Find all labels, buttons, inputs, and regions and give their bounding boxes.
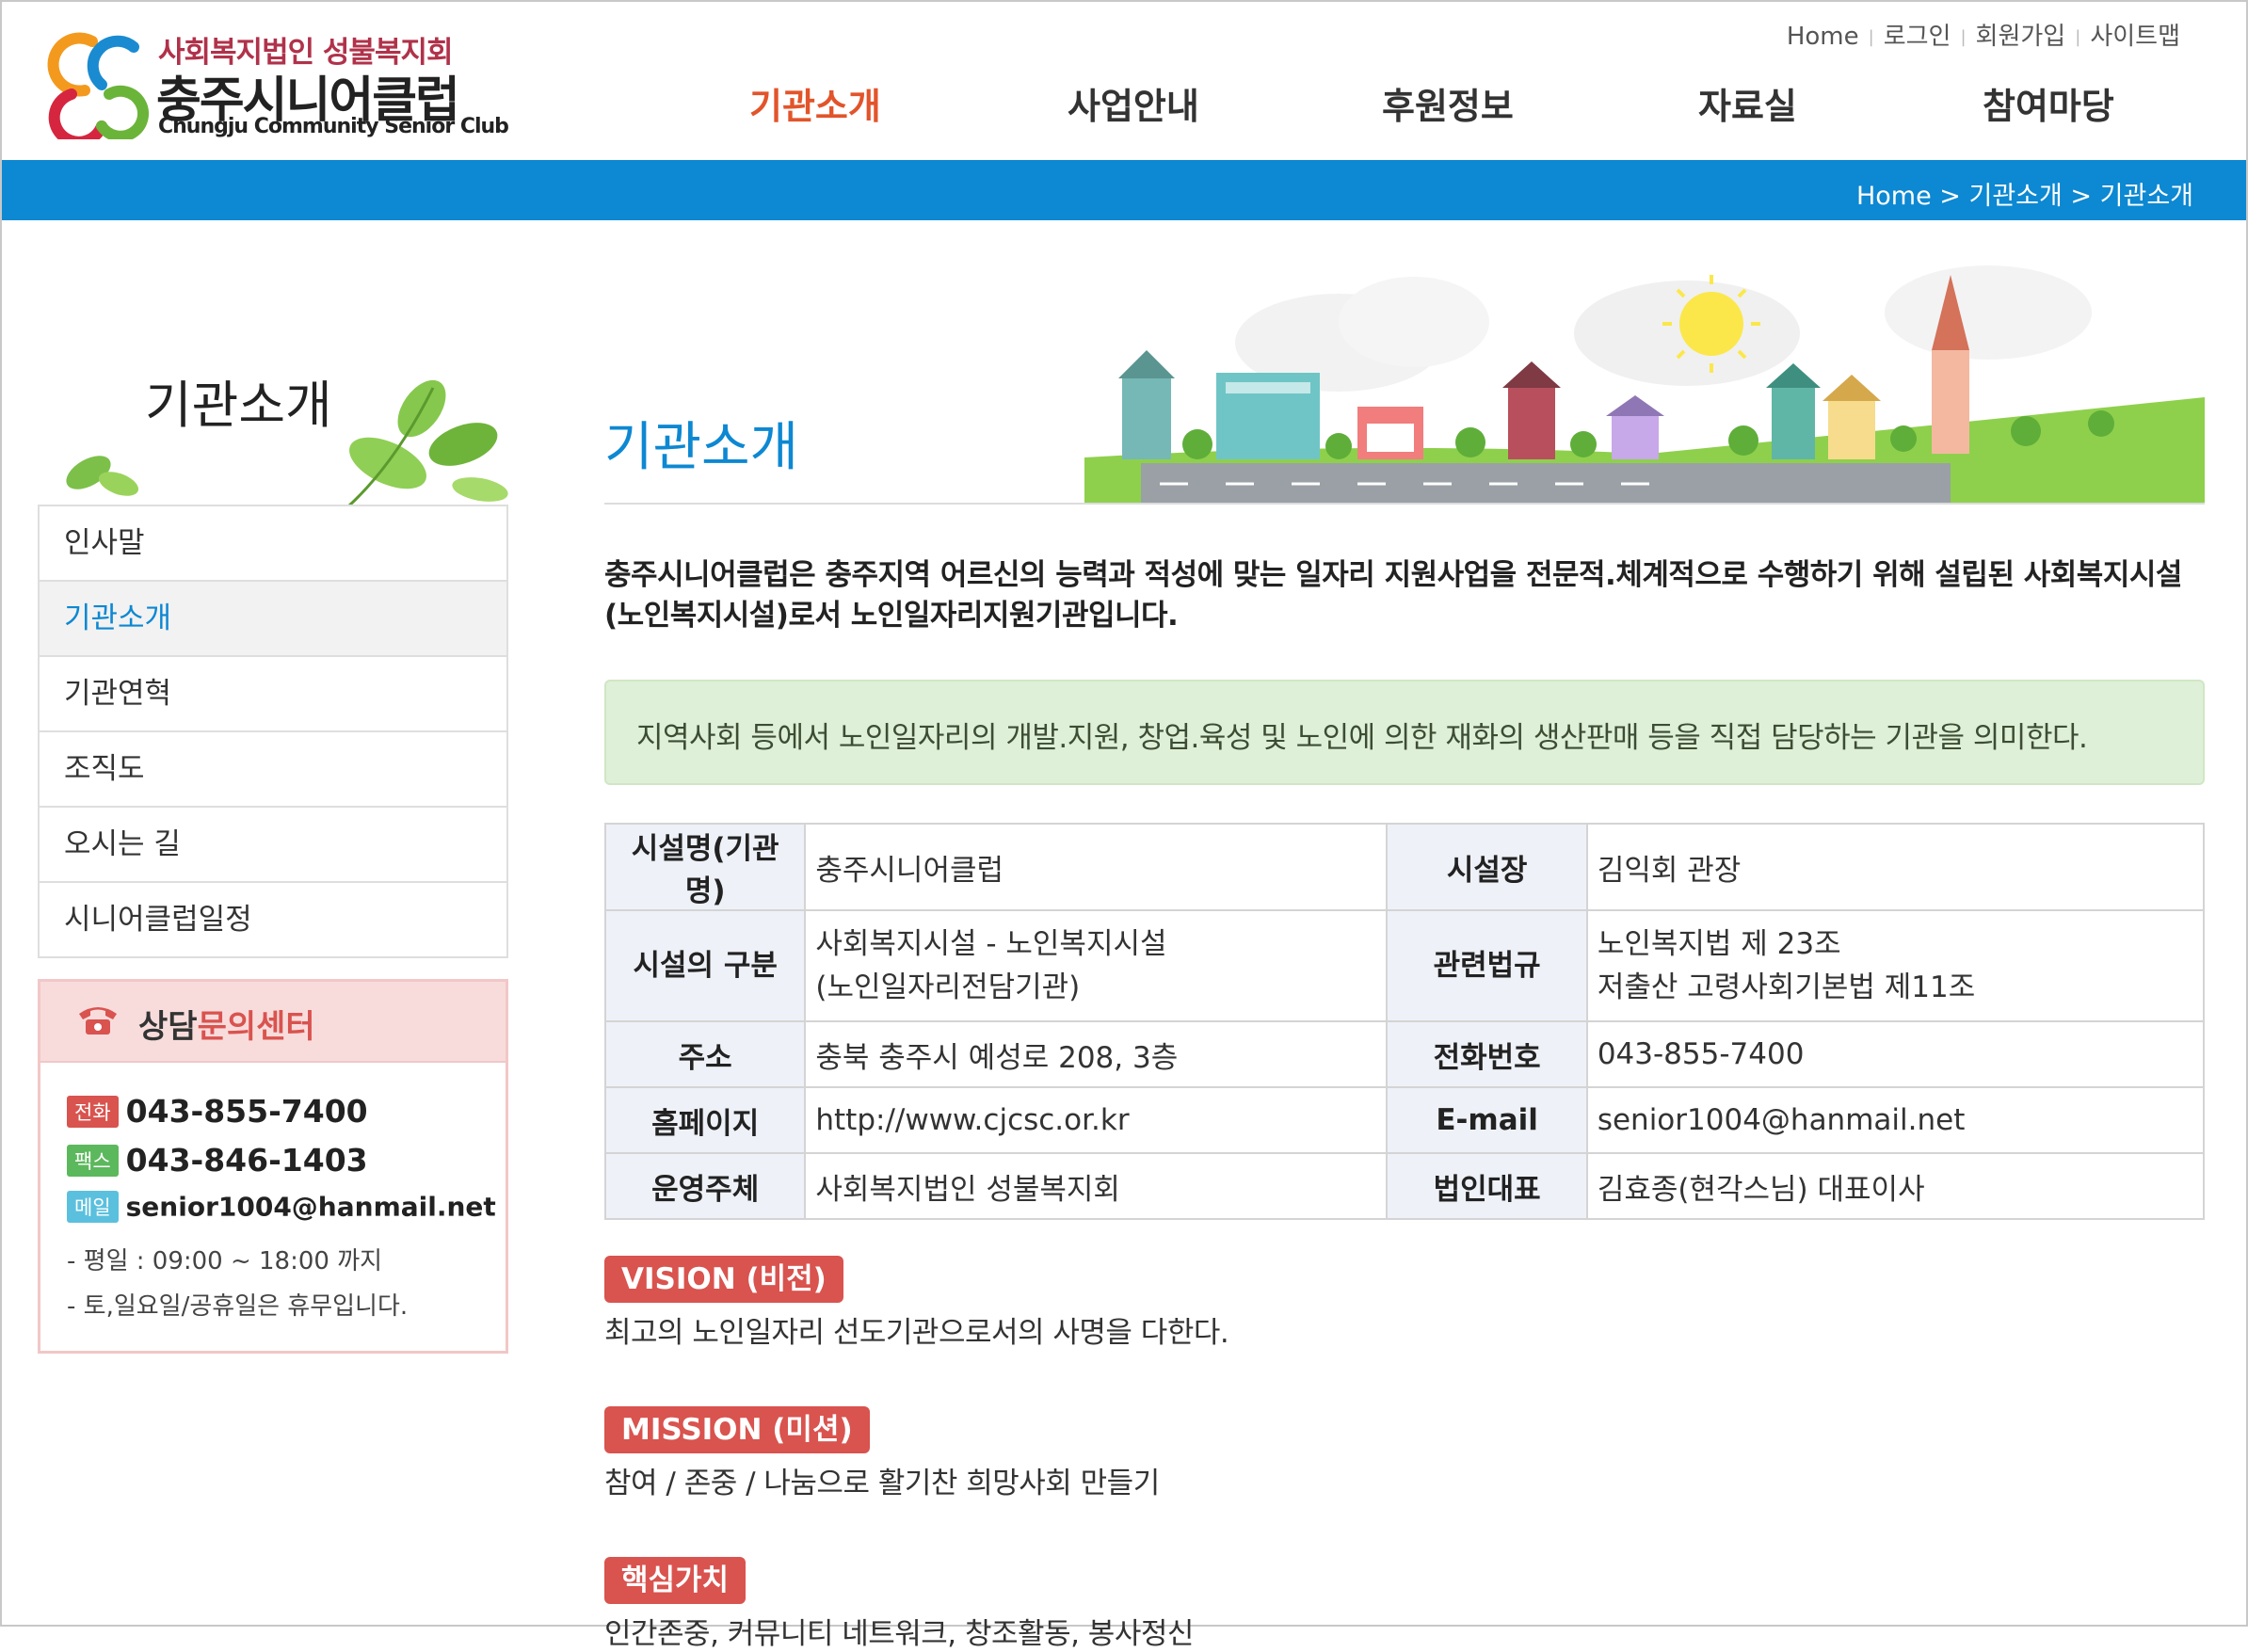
main-nav: 기관소개 사업안내 후원정보 자료실 참여마당 xyxy=(698,77,2167,134)
email-link[interactable]: senior1004@hanmail.net xyxy=(1585,1086,2206,1154)
util-login-link[interactable]: 로그인 xyxy=(1884,23,1951,51)
consult-phone[interactable]: 043-855-7400 xyxy=(126,1093,368,1130)
table-header: 시설의 구분 xyxy=(603,909,807,1022)
law-line-2: 저출산 고령사회기본법 제11조 xyxy=(1597,970,1976,1004)
vision-tag: VISION (비전) xyxy=(604,1256,843,1303)
table-header: 시설장 xyxy=(1386,823,1588,911)
table-header: E-mail xyxy=(1386,1086,1588,1154)
sidebar-item-history[interactable]: 기관연혁 xyxy=(40,657,506,732)
nav-about[interactable]: 기관소개 xyxy=(749,77,881,129)
phone-icon xyxy=(79,1007,117,1035)
sidebar-menu: 인사말 기관소개 기관연혁 조직도 오시는 길 시니어클럽일정 xyxy=(38,505,508,958)
breadcrumb[interactable]: Home > 기관소개 > 기관소개 xyxy=(1856,175,2193,212)
divider: | xyxy=(1960,27,1967,47)
consult-center: 상담문의센터 전화 043-855-7400 팩스 043-846-1403 메일 s… xyxy=(38,979,508,1354)
util-join-link[interactable]: 회원가입 xyxy=(1976,23,2066,51)
table-cell: 충북 충주시 예성로 208, 3층 xyxy=(804,1020,1389,1088)
consult-phone-row: 전화 043-855-7400 xyxy=(67,1093,368,1130)
consult-fax: 043-846-1403 xyxy=(125,1142,368,1179)
table-row: 운영주체 사회복지법인 성불복지회 법인대표 김효종(현각스님) 대표이사 xyxy=(603,1152,2206,1220)
consult-title: 상담문의센터 xyxy=(138,1001,315,1047)
table-row: 홈페이지 http://www.cjcsc.or.kr E-mail senio… xyxy=(603,1086,2206,1154)
divider: | xyxy=(1868,27,1874,47)
util-sitemap-link[interactable]: 사이트맵 xyxy=(2090,23,2180,51)
site-logo[interactable]: 사회복지법인 성불복지회 충주시니어클럽 Chungju Community S… xyxy=(43,23,509,145)
core-values-text: 인간존중, 커뮤니티 네트워크, 창조활동, 봉사정신 xyxy=(604,1617,1194,1651)
nav-community[interactable]: 참여마당 xyxy=(1983,77,2114,129)
sidebar-title: 기관소개 xyxy=(145,376,332,435)
table-header: 전화번호 xyxy=(1386,1020,1588,1088)
consult-hours-weekend: - 토,일요일/공휴일은 휴무입니다. xyxy=(67,1292,409,1321)
core-values-tag: 핵심가치 xyxy=(604,1557,747,1604)
mission-tag: MISSION (미션) xyxy=(604,1406,870,1453)
notice-text: 지역사회 등에서 노인일자리의 개발.지원, 창업.육성 및 노인에 의한 재화… xyxy=(636,721,2088,755)
sidebar-item-directions[interactable]: 오시는 길 xyxy=(40,808,506,883)
sidebar-item-greeting[interactable]: 인사말 xyxy=(40,506,506,582)
table-cell: 김익회 관장 xyxy=(1585,823,2206,911)
consult-fax-row: 팩스 043-846-1403 xyxy=(67,1142,368,1179)
table-header: 운영주체 xyxy=(603,1152,807,1220)
divider: | xyxy=(2075,27,2081,47)
consult-hours-weekday: - 평일 : 09:00 ~ 18:00 까지 xyxy=(67,1247,383,1275)
type-line-1: 사회복지시설 - 노인복지시설 xyxy=(815,927,1167,961)
vision-text: 최고의 노인일자리 선도기관으로서의 사명을 다한다. xyxy=(604,1316,1229,1350)
mission-text: 참여 / 존중 / 나눔으로 활기찬 희망사회 만들기 xyxy=(604,1467,1160,1500)
consult-mail-row: 메일 senior1004@hanmail.net xyxy=(67,1191,496,1223)
facility-info-table: 시설명(기관명) 충주시니어클럽 시설장 김익회 관장 시설의 구분 사회복지시… xyxy=(603,823,2206,1220)
table-header: 법인대표 xyxy=(1386,1152,1588,1220)
logo-english: Chungju Community Senior Club xyxy=(158,115,509,138)
sidebar-item-about[interactable]: 기관소개 xyxy=(40,582,506,657)
logo-mark-icon xyxy=(47,32,149,139)
table-header: 홈페이지 xyxy=(603,1086,807,1154)
util-home-link[interactable]: Home xyxy=(1787,23,1859,51)
utility-links: Home | 로그인 | 회원가입 | 사이트맵 xyxy=(1787,17,2180,52)
type-line-2: (노인일자리전담기관) xyxy=(815,970,1081,1004)
table-header: 주소 xyxy=(603,1020,807,1088)
consult-header: 상담문의센터 xyxy=(40,982,506,1063)
table-row: 시설의 구분 사회복지시설 - 노인복지시설 (노인일자리전담기관) 관련법규 노… xyxy=(603,909,2206,1022)
notice-box: 지역사회 등에서 노인일자리의 개발.지원, 창업.육성 및 노인에 의한 재화… xyxy=(604,680,2205,785)
table-cell: 043-855-7400 xyxy=(1585,1020,2206,1088)
table-header: 시설명(기관명) xyxy=(603,823,807,911)
law-line-1: 노인복지법 제 23조 xyxy=(1597,927,1841,961)
breadcrumb-bar: Home > 기관소개 > 기관소개 xyxy=(2,160,2246,220)
nav-business[interactable]: 사업안내 xyxy=(1068,77,1199,129)
page-title: 기관소개 xyxy=(604,417,799,478)
intro-line-1: 충주시니어클럽은 충주지역 어르신의 능력과 적성에 맞는 일자리 지원사업을 … xyxy=(604,558,2182,592)
nav-sponsor[interactable]: 후원정보 xyxy=(1382,77,1514,129)
town-banner-image xyxy=(1084,265,2205,503)
table-row: 시설명(기관명) 충주시니어클럽 시설장 김익회 관장 xyxy=(603,823,2206,911)
table-cell: 사회복지법인 성불복지회 xyxy=(804,1152,1389,1220)
mail-badge: 메일 xyxy=(67,1191,119,1223)
phone-badge: 전화 xyxy=(67,1095,119,1128)
site-header: 사회복지법인 성불복지회 충주시니어클럽 Chungju Community S… xyxy=(2,2,2246,160)
table-cell: 김효종(현각스님) 대표이사 xyxy=(1585,1152,2206,1220)
sidebar-item-schedule[interactable]: 시니어클럽일정 xyxy=(40,883,506,956)
table-row: 주소 충북 충주시 예성로 208, 3층 전화번호 043-855-7400 xyxy=(603,1020,2206,1088)
table-cell: 충주시니어클럽 xyxy=(804,823,1389,911)
intro-text: 충주시니어클럽은 충주지역 어르신의 능력과 적성에 맞는 일자리 지원사업을 … xyxy=(604,555,2205,636)
sidebar-header: 기관소개 xyxy=(38,350,508,506)
consult-title-a: 상담 xyxy=(138,1008,198,1046)
sidebar-item-organization[interactable]: 조직도 xyxy=(40,732,506,808)
intro-line-2: (노인복지시설)로서 노인일자리지원기관입니다. xyxy=(604,599,1179,633)
table-cell: 사회복지시설 - 노인복지시설 (노인일자리전담기관) xyxy=(804,909,1389,1022)
homepage-link[interactable]: http://www.cjcsc.or.kr xyxy=(804,1086,1389,1154)
table-header: 관련법규 xyxy=(1386,909,1588,1022)
title-divider xyxy=(604,503,2205,505)
table-cell: 노인복지법 제 23조저출산 고령사회기본법 제11조 xyxy=(1585,909,2206,1022)
consult-title-b: 문의센터 xyxy=(197,1008,315,1046)
nav-archive[interactable]: 자료실 xyxy=(1698,77,1797,129)
fax-badge: 팩스 xyxy=(67,1144,119,1177)
consult-mail[interactable]: senior1004@hanmail.net xyxy=(126,1192,496,1223)
